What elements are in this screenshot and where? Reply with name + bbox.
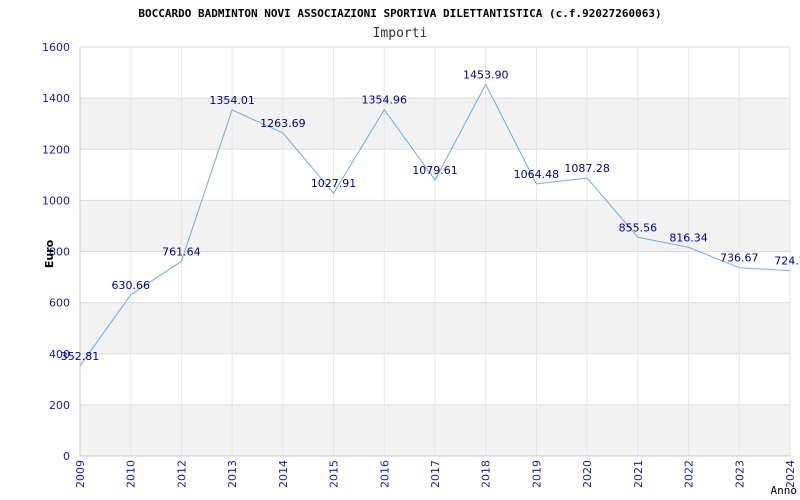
x-axis-ticks: 2009 2010 2012 2013 2014 2015 2016 2017 2018 2019… [74, 460, 797, 488]
data-label: 1263.69 [260, 117, 306, 130]
data-label: 855.56 [619, 221, 658, 234]
y-tick-label: 0 [63, 450, 70, 463]
data-label: 724.7 [774, 255, 800, 268]
x-axis-label: Anno [771, 484, 798, 497]
y-tick-label: 1200 [42, 143, 70, 156]
chart-subtitle: Importi [373, 26, 428, 41]
x-tick-label: 2022 [683, 460, 696, 488]
x-tick-label: 2021 [632, 460, 645, 488]
data-label: 1027.91 [311, 177, 357, 190]
x-tick-label: 2018 [480, 460, 493, 488]
data-label: 1354.01 [209, 94, 255, 107]
y-tick-label: 600 [49, 297, 70, 310]
x-tick-label: 2014 [277, 460, 290, 488]
data-label: 761.64 [162, 245, 201, 258]
line-chart: 02004006008001000120014001600 2009 2010 20… [42, 7, 800, 497]
data-label: 1354.96 [362, 94, 408, 107]
data-label: 630.66 [111, 279, 150, 292]
y-tick-label: 1600 [42, 41, 70, 54]
data-label: 1079.61 [412, 164, 458, 177]
x-tick-label: 2012 [175, 460, 188, 488]
x-tick-label: 2016 [378, 460, 391, 488]
x-tick-label: 2020 [581, 460, 594, 488]
data-label: 1453.90 [463, 68, 509, 81]
chart-title: BOCCARDO BADMINTON NOVI ASSOCIAZIONI SPO… [138, 7, 661, 20]
data-label: 352.81 [61, 350, 100, 363]
x-tick-label: 2019 [530, 460, 543, 488]
y-tick-label: 200 [49, 399, 70, 412]
x-tick-label: 2010 [125, 460, 138, 488]
x-tick-label: 2023 [733, 460, 746, 488]
data-label: 1087.28 [564, 162, 610, 175]
y-tick-label: 1000 [42, 194, 70, 207]
data-label: 816.34 [669, 231, 708, 244]
x-tick-label: 2015 [328, 460, 341, 488]
x-tick-label: 2017 [429, 460, 442, 488]
x-tick-label: 2013 [226, 460, 239, 488]
y-tick-label: 1400 [42, 92, 70, 105]
y-axis-label: Euro [43, 239, 56, 268]
data-label: 736.67 [720, 252, 759, 265]
data-label: 1064.48 [514, 168, 560, 181]
x-tick-label: 2009 [74, 460, 87, 488]
